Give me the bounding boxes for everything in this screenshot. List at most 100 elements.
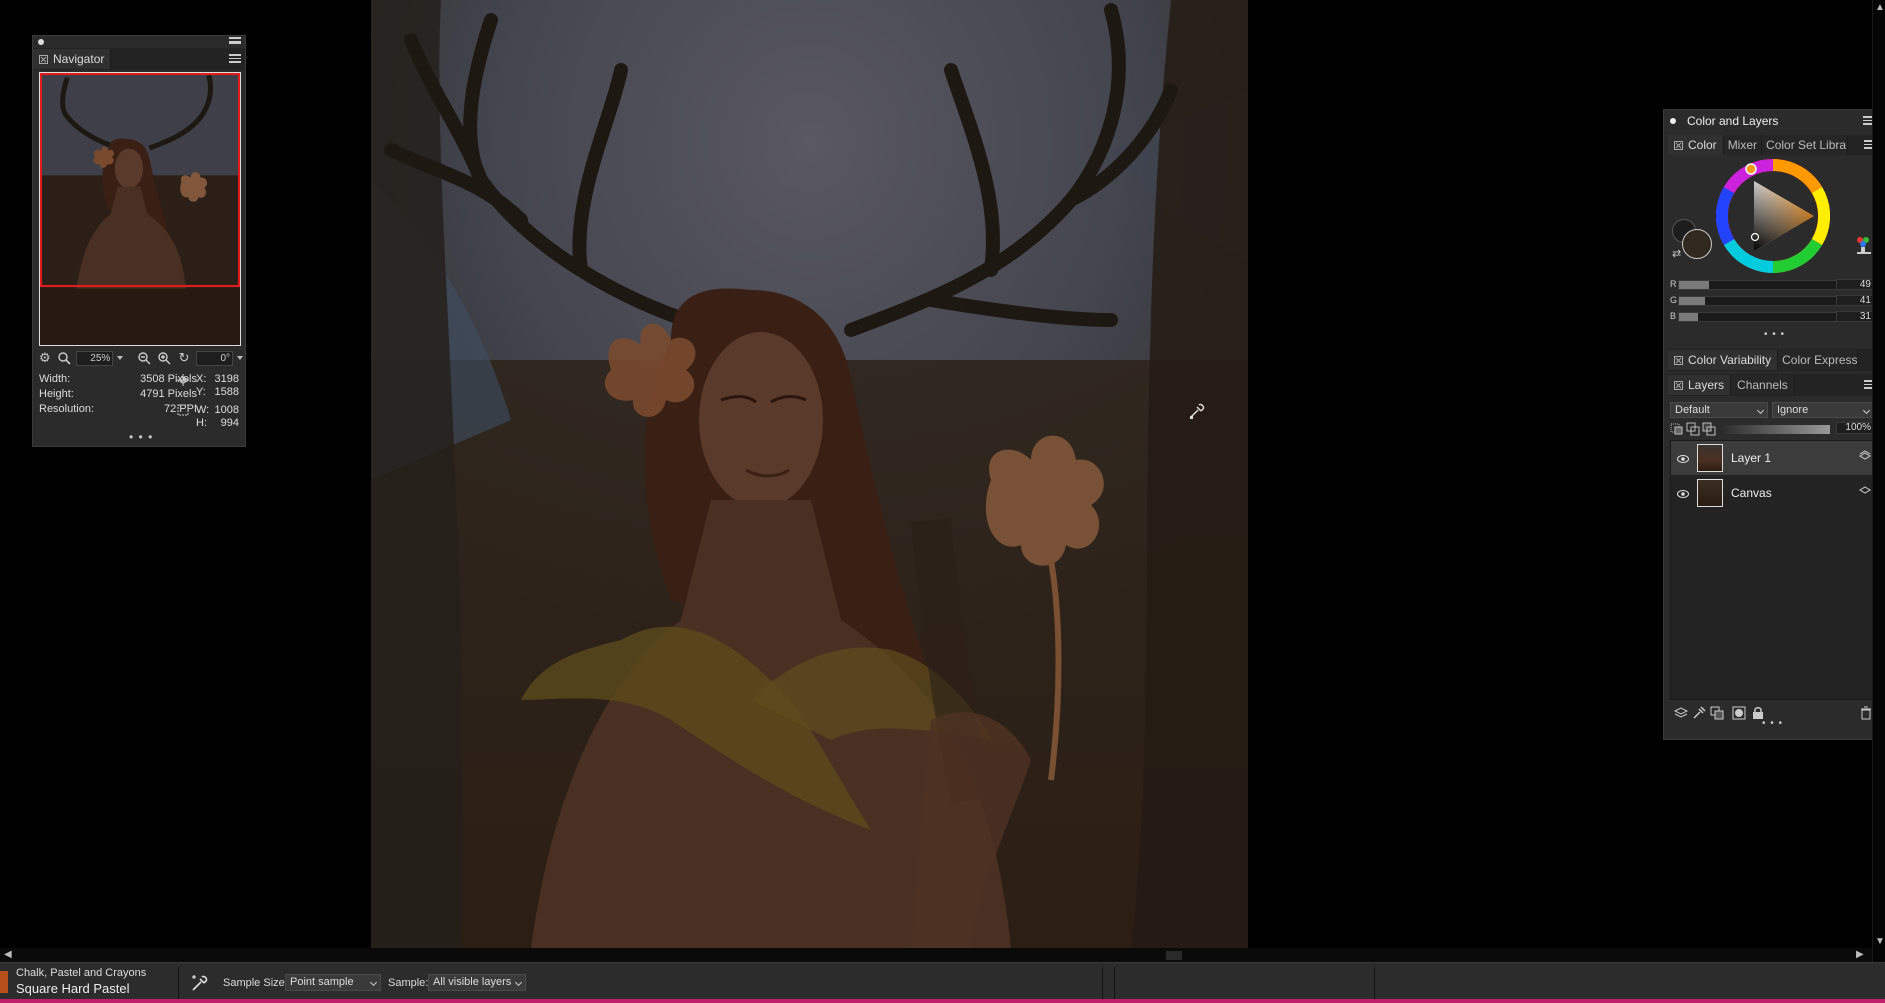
trash-delete-icon[interactable] <box>1860 706 1872 723</box>
green-label: G <box>1670 295 1678 305</box>
scroll-down-arrow-icon[interactable]: ▼ <box>1875 936 1885 947</box>
zoom-dropdown-icon[interactable] <box>117 356 124 360</box>
layer-row-canvas[interactable]: Canvas <box>1671 476 1877 510</box>
red-slider[interactable]: R 49 <box>1670 279 1876 291</box>
opacity-value[interactable]: 100% <box>1836 422 1874 434</box>
panel-menu-icon[interactable] <box>229 37 241 44</box>
dropper-tool-icon[interactable] <box>190 973 210 996</box>
layer-options-row: 100% <box>1670 422 1876 436</box>
layer-mask-icon[interactable] <box>1732 706 1746 723</box>
divider <box>1374 967 1375 999</box>
y-value: 1588 <box>214 386 239 398</box>
color-picker-stamp-icon[interactable] <box>1854 235 1874 257</box>
eye-visibility-icon[interactable] <box>1677 487 1689 498</box>
preserve-transparency-icon[interactable] <box>1670 422 1684 439</box>
color-and-layers-panel: Color and Layers Color Mixer Color Set L… <box>1663 109 1881 740</box>
composite-depth-dropdown[interactable]: Ignore <box>1772 402 1874 418</box>
tab-mixer[interactable]: Mixer <box>1723 135 1763 155</box>
sample-label: Sample: <box>388 977 429 989</box>
layer-composite-icon[interactable] <box>1859 449 1871 460</box>
rotation-dropdown-icon[interactable] <box>237 356 244 360</box>
tab-color-variability-label: Color Variability <box>1688 353 1772 367</box>
navigator-panel: Navigator ⚙ 25% ↻ 0° Width: 3508 Pixels … <box>32 35 246 447</box>
divider <box>178 967 179 999</box>
tab-layers-label: Layers <box>1688 378 1725 392</box>
panel-grip-icon[interactable] <box>38 39 44 45</box>
tab-channels[interactable]: Channels <box>1731 375 1795 395</box>
green-value[interactable]: 41 <box>1836 295 1874 306</box>
brush-category[interactable]: Chalk, Pastel and Crayons <box>16 967 146 979</box>
red-value[interactable]: 49 <box>1836 279 1874 290</box>
rotate-icon[interactable]: ↻ <box>176 350 192 366</box>
rotation-field[interactable]: 0° <box>195 350 234 366</box>
scroll-right-arrow-icon[interactable]: ▶ <box>1856 949 1864 960</box>
color-more-icon[interactable]: • • • <box>1764 329 1785 340</box>
layers-more-icon[interactable]: • • • <box>1762 718 1783 729</box>
swap-colors-icon[interactable]: ⇄ <box>1672 247 1681 260</box>
sample-size-dropdown[interactable]: Point sample <box>285 974 381 991</box>
color-layers-titlebar[interactable]: Color and Layers <box>1664 110 1880 132</box>
scroll-up-arrow-icon[interactable]: ▲ <box>1875 2 1885 13</box>
close-icon[interactable] <box>1674 140 1683 150</box>
green-fill <box>1679 297 1705 305</box>
zoom-out-icon[interactable] <box>137 350 153 366</box>
h-label: H: <box>196 417 207 429</box>
pick-up-underlying-color-icon[interactable] <box>1686 422 1700 439</box>
main-color-swatch[interactable] <box>1682 229 1712 259</box>
red-track[interactable] <box>1678 280 1840 290</box>
tab-color[interactable]: Color <box>1668 135 1724 155</box>
tab-color-label: Color <box>1688 138 1717 152</box>
zoom-magnifier-icon[interactable] <box>57 350 73 366</box>
tab-color-variability[interactable]: Color Variability <box>1668 350 1779 370</box>
composite-method-dropdown[interactable]: Default <box>1670 402 1768 418</box>
layer-group-icon[interactable] <box>1710 706 1724 723</box>
lock-layer-icon[interactable] <box>1702 422 1716 439</box>
blue-track[interactable] <box>1678 312 1840 322</box>
layer-composite-icon[interactable] <box>1859 484 1871 494</box>
layer-name: Canvas <box>1731 486 1772 500</box>
hue-marker[interactable] <box>1745 163 1757 175</box>
tab-layers[interactable]: Layers <box>1668 375 1732 395</box>
horizontal-scrollbar[interactable]: ◀ ▶ <box>0 948 1872 962</box>
eye-visibility-icon[interactable] <box>1677 452 1689 463</box>
color-tabrow: Color Mixer Color Set Librarie <box>1668 135 1878 155</box>
brush-name[interactable]: Square Hard Pastel <box>16 981 129 996</box>
brush-variant-swatch[interactable] <box>0 971 8 993</box>
dynamic-plugins-icon[interactable] <box>1692 706 1706 723</box>
zoom-field[interactable]: 25% <box>76 350 114 366</box>
tab-navigator[interactable]: Navigator <box>33 49 112 69</box>
tab-menu-icon[interactable] <box>229 54 241 63</box>
navigator-view-rectangle[interactable] <box>40 73 240 287</box>
blue-value[interactable]: 31 <box>1836 311 1874 322</box>
tab-color-expression[interactable]: Color Expressi <box>1778 350 1859 370</box>
blue-slider[interactable]: B 31 <box>1670 311 1876 323</box>
vertical-scrollbar[interactable]: ▲ ▼ <box>1872 0 1885 962</box>
navigator-preview[interactable] <box>39 72 241 346</box>
close-icon[interactable] <box>1674 380 1683 390</box>
layer-row-layer-1[interactable]: Layer 1 <box>1671 441 1877 475</box>
horizontal-scroll-thumb[interactable] <box>1166 951 1182 960</box>
green-track[interactable] <box>1678 296 1840 306</box>
w-value: 1008 <box>214 404 239 416</box>
green-slider[interactable]: G 41 <box>1670 295 1876 307</box>
sample-dropdown[interactable]: All visible layers <box>428 974 526 991</box>
close-icon[interactable] <box>39 54 48 64</box>
tab-color-set-libraries[interactable]: Color Set Librarie <box>1762 135 1849 155</box>
opacity-slider[interactable] <box>1720 425 1830 434</box>
tab-color-expression-label: Color Expressi <box>1782 353 1859 367</box>
red-fill <box>1679 281 1710 289</box>
zoom-in-icon[interactable] <box>157 350 173 366</box>
layer-attributes-icon[interactable] <box>1673 706 1689 723</box>
more-options-icon[interactable]: • • • <box>129 430 153 444</box>
painting-canvas[interactable] <box>371 0 1248 948</box>
navigator-titlebar[interactable] <box>33 36 245 48</box>
variability-tabrow: Color Variability Color Expressi <box>1668 349 1878 371</box>
h-value: 994 <box>220 417 239 429</box>
color-wheel[interactable] <box>1715 158 1831 274</box>
resolution-label: Resolution: <box>39 403 95 415</box>
close-icon[interactable] <box>1674 355 1683 365</box>
settings-gear-icon[interactable]: ⚙ <box>37 350 53 366</box>
height-value: 4791 Pixels <box>140 388 197 400</box>
panel-grip-icon[interactable] <box>1670 118 1676 124</box>
scroll-left-arrow-icon[interactable]: ◀ <box>4 949 12 960</box>
